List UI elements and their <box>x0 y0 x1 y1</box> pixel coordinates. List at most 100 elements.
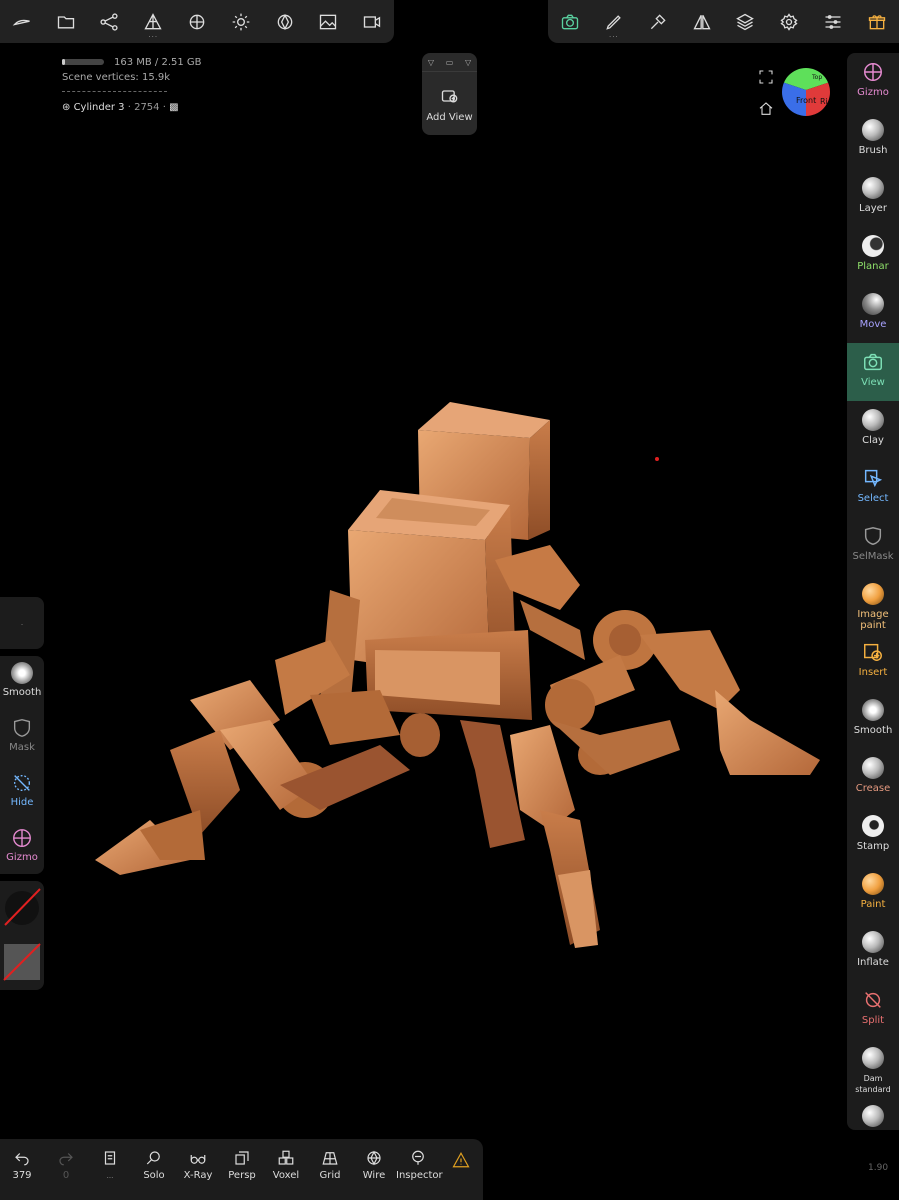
light-icon[interactable] <box>219 0 263 43</box>
tool-image-paint[interactable]: Image paint <box>847 575 899 633</box>
redo-button[interactable]: 0 <box>44 1139 88 1200</box>
tool-selmask[interactable]: SelMask <box>847 517 899 575</box>
tool-split[interactable]: Split <box>847 981 899 1039</box>
material-icon[interactable] <box>175 0 219 43</box>
tool-clay[interactable]: Clay <box>847 401 899 459</box>
brush-icon <box>862 119 884 141</box>
cube-front-label: Front <box>796 96 816 105</box>
tool-smooth[interactable]: Smooth <box>847 691 899 749</box>
object-name: Cylinder 3 <box>73 102 125 113</box>
left-tool-smooth[interactable]: Smooth <box>0 656 44 711</box>
tool-paint[interactable]: Paint <box>847 865 899 923</box>
frame-icon[interactable] <box>758 69 774 89</box>
tool-gizmo[interactable]: Gizmo <box>847 53 899 111</box>
move-icon <box>862 293 884 315</box>
selected-object[interactable]: ⊛ Cylinder 3 · 2754 · ▩ <box>62 100 202 115</box>
redo-icon <box>59 1153 73 1166</box>
chevron-down-icon[interactable]: ▽ <box>428 58 434 67</box>
tool-label: Dam standard <box>855 1074 891 1094</box>
picker-icon[interactable] <box>636 0 680 43</box>
tool-more[interactable] <box>847 1097 899 1130</box>
voxel-label: Voxel <box>272 1170 300 1181</box>
scene-graph-icon[interactable] <box>88 0 132 43</box>
layers-icon[interactable] <box>724 0 768 43</box>
inflate-icon <box>862 931 884 953</box>
tool-inflate[interactable]: Inflate <box>847 923 899 981</box>
gizmo-icon <box>862 61 884 83</box>
sliders-icon[interactable] <box>811 0 855 43</box>
persp-label: Persp <box>228 1170 256 1181</box>
persp-button[interactable]: Persp <box>220 1139 264 1200</box>
left-tool-hide[interactable]: Hide <box>0 766 44 821</box>
tool-insert[interactable]: Insert <box>847 633 899 691</box>
left-tool-label: Smooth <box>2 687 42 698</box>
primary-color-swatch[interactable] <box>4 888 41 926</box>
render-icon[interactable] <box>263 0 307 43</box>
tool-label: Brush <box>858 145 888 156</box>
select-icon <box>862 467 884 489</box>
layer-icon <box>862 177 884 199</box>
tool-planar[interactable]: Planar <box>847 227 899 285</box>
pen-icon[interactable]: ... <box>592 0 636 43</box>
tool-move[interactable]: Move <box>847 285 899 343</box>
folder-icon[interactable] <box>44 0 88 43</box>
secondary-color-swatch[interactable] <box>3 943 41 981</box>
camera-icon <box>862 351 884 373</box>
vertices-value: 15.9k <box>141 72 171 83</box>
image-icon[interactable] <box>306 0 350 43</box>
voxel-icon <box>278 1150 294 1165</box>
tool-view[interactable]: View <box>847 343 899 401</box>
gift-icon[interactable] <box>855 0 899 43</box>
checker-icon: ▩ <box>169 102 179 113</box>
undo-count: 379 <box>12 1170 32 1181</box>
tool-label: Smooth <box>853 725 893 736</box>
left-tool-mask[interactable]: Mask <box>0 711 44 766</box>
split-icon <box>862 989 884 1011</box>
camera-icon[interactable] <box>548 0 592 43</box>
tool-stamp[interactable]: Stamp <box>847 807 899 865</box>
perspective-icon <box>235 1151 249 1165</box>
grid-icon <box>322 1152 338 1165</box>
mesh-icon[interactable]: ... <box>131 0 175 43</box>
right-tool-panel: Gizmo Brush Layer Planar Move View Clay … <box>847 53 899 1130</box>
wire-button[interactable]: Wire <box>352 1139 396 1200</box>
settings-icon[interactable] <box>767 0 811 43</box>
xray-button[interactable]: X-Ray <box>176 1139 220 1200</box>
chevron-down-icon[interactable]: ▽ <box>465 58 471 67</box>
tool-label: Split <box>861 1015 885 1026</box>
smooth-icon <box>11 662 33 684</box>
video-icon[interactable] <box>350 0 394 43</box>
notes-button[interactable]: ... <box>88 1139 132 1200</box>
view-cube[interactable]: Front Ri Top <box>782 68 830 116</box>
add-view-button[interactable]: Add View <box>422 72 477 123</box>
tool-label: Inflate <box>857 957 889 968</box>
solo-label: Solo <box>143 1170 165 1181</box>
voxel-button[interactable]: Voxel <box>264 1139 308 1200</box>
inspector-button[interactable]: Inspector <box>396 1139 443 1200</box>
crease-icon <box>862 757 884 779</box>
grid-button[interactable]: Grid <box>308 1139 352 1200</box>
warning-button[interactable] <box>439 1139 483 1200</box>
home-icon[interactable] <box>758 101 774 121</box>
viewport-model[interactable] <box>80 390 840 960</box>
tool-brush[interactable]: Brush <box>847 111 899 169</box>
solo-button[interactable]: Solo <box>132 1139 176 1200</box>
video-small-icon[interactable]: ▭ <box>446 58 454 67</box>
tool-crease[interactable]: Crease <box>847 749 899 807</box>
tool-layer[interactable]: Layer <box>847 169 899 227</box>
tool-dam-standard[interactable]: Dam standard <box>847 1039 899 1097</box>
left-slider-panel[interactable]: . <box>0 597 44 649</box>
wire-label: Wire <box>362 1170 386 1181</box>
undo-button[interactable]: 379 <box>0 1139 44 1200</box>
left-tool-label: Mask <box>9 742 35 753</box>
hide-icon <box>11 772 33 794</box>
menu-icon[interactable] <box>0 0 44 43</box>
tool-label: SelMask <box>852 551 894 562</box>
inspector-icon <box>412 1150 424 1165</box>
tool-label: Insert <box>858 667 888 678</box>
more-tool-icon <box>862 1105 884 1127</box>
mask-icon <box>11 717 33 739</box>
left-tool-gizmo[interactable]: Gizmo <box>0 821 44 876</box>
tool-select[interactable]: Select <box>847 459 899 517</box>
symmetry-icon[interactable] <box>680 0 724 43</box>
